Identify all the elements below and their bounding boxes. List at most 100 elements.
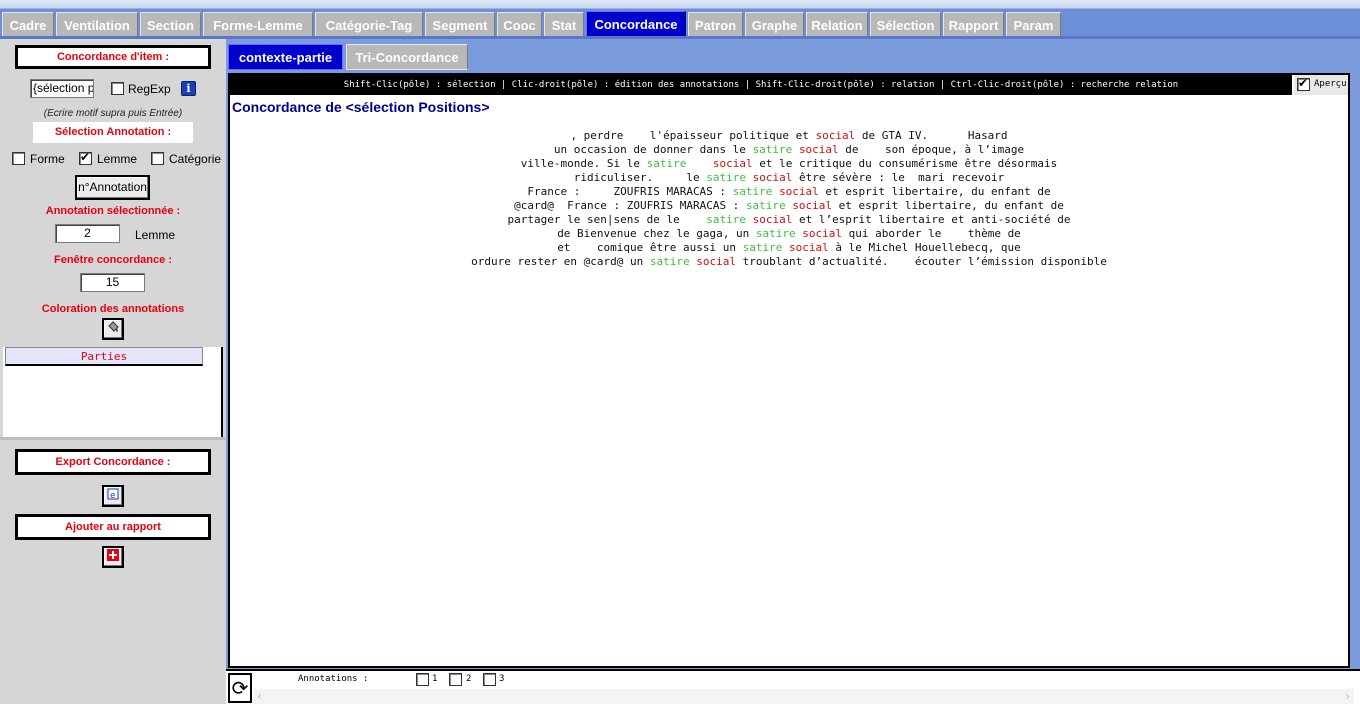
paint-bucket-icon[interactable] — [102, 318, 124, 340]
annotated-word[interactable]: social — [799, 143, 839, 156]
tab-contexte-partie[interactable]: contexte-partie — [228, 44, 343, 70]
tab-cat-gorie-tag[interactable]: Catégorie-Tag — [315, 12, 423, 37]
concordance-view[interactable]: Shift-Clic(pôle) : sélection | Clic-droi… — [228, 73, 1350, 668]
tab-tri-concordance[interactable]: Tri-Concordance — [346, 44, 468, 70]
concordance-area: contexte-partie Tri-Concordance Shift-Cl… — [226, 36, 1360, 704]
annotated-word[interactable]: social — [789, 241, 829, 254]
context-text: ridiculiser. le — [573, 171, 707, 184]
pole-word[interactable]: satire — [756, 227, 796, 240]
concordance-line[interactable]: de Bienvenue chez le gaga, un satire soc… — [230, 227, 1348, 240]
annotation-selected-name: Lemme — [135, 228, 176, 242]
pole-word[interactable]: satire — [733, 185, 773, 198]
pole-word[interactable]: satire — [743, 241, 783, 254]
tab-segment[interactable]: Segment — [425, 12, 495, 37]
context-text: troublant d’actualité. écouter l’émissio… — [736, 255, 1107, 268]
coloring-label: Coloration des annotations — [41, 303, 185, 315]
tab-patron[interactable]: Patron — [688, 12, 743, 37]
context-text: partager le sen|sens de le — [507, 213, 707, 226]
context-text — [746, 213, 753, 226]
scroll-right-icon[interactable]: › — [1345, 689, 1350, 703]
tab-stat[interactable]: Stat — [544, 12, 584, 37]
tab-graphe[interactable]: Graphe — [745, 12, 804, 37]
annotation-selected-value[interactable]: 2 — [55, 224, 120, 243]
main-tab-bar: Cadre Ventilation Section Forme-Lemme Catégo… — [0, 8, 1360, 38]
context-text: et l’esprit libertaire et anti-société d… — [792, 213, 1071, 226]
annotation-selected-label: Annotation sélectionnée : — [45, 205, 181, 217]
annotation-3-label: 3 — [499, 674, 505, 684]
annotated-word[interactable]: social — [779, 185, 819, 198]
concordance-line[interactable]: partager le sen|sens de le satire social… — [230, 213, 1348, 226]
parties-header[interactable]: Parties — [5, 347, 203, 366]
annotations-label: Annotations : — [298, 674, 369, 684]
pole-word[interactable]: satire — [650, 255, 690, 268]
annotated-word[interactable]: social — [753, 171, 793, 184]
concordance-line[interactable]: France : ZOUFRIS MARACAS : satire social… — [230, 185, 1348, 198]
forme-label: Forme — [30, 152, 65, 166]
pole-word[interactable]: satire — [746, 199, 786, 212]
categorie-checkbox[interactable] — [151, 152, 164, 165]
concordance-line[interactable]: @card@ France : ZOUFRIS MARACAS : satire… — [230, 199, 1348, 212]
pole-word[interactable]: satire — [753, 143, 793, 156]
concordance-line[interactable]: , perdre l'épaisseur politique et social… — [230, 129, 1348, 142]
annotated-word[interactable]: social — [753, 213, 793, 226]
annotated-word[interactable]: social — [815, 129, 855, 142]
concordance-line[interactable]: un occasion de donner dans le satire soc… — [230, 143, 1348, 156]
context-text: ville-monde. Si le — [520, 157, 647, 170]
context-text — [792, 143, 799, 156]
horizontal-scrollbar[interactable]: ‹ › — [254, 689, 1354, 704]
concordance-line[interactable]: ordure rester en @card@ un satire social… — [230, 255, 1348, 268]
annotated-word[interactable]: social — [802, 227, 842, 240]
add-report-icon[interactable] — [102, 546, 124, 568]
tab-relation[interactable]: Relation — [806, 12, 868, 37]
context-text: à le Michel Houellebecq, que — [828, 241, 1021, 254]
tab-ventilation[interactable]: Ventilation — [56, 12, 138, 37]
regexp-checkbox[interactable] — [111, 82, 124, 95]
parties-list[interactable]: Parties — [3, 347, 223, 437]
window-value[interactable]: 15 — [80, 273, 145, 292]
context-text: et esprit libertaire, du enfant de — [818, 185, 1051, 198]
refresh-icon[interactable]: ⟳ — [228, 673, 252, 703]
pole-word[interactable]: satire — [647, 157, 687, 170]
divider — [0, 437, 226, 440]
context-text: de Bienvenue chez le gaga, un — [557, 227, 756, 240]
lemme-checkbox[interactable] — [79, 150, 92, 165]
apercu-toggle[interactable]: Aperçu — [1294, 75, 1348, 95]
concordance-line[interactable]: et comique être aussi un satire social à… — [230, 241, 1348, 254]
annotation-2-checkbox[interactable] — [449, 673, 462, 686]
annotation-2-label: 2 — [466, 674, 472, 684]
pole-word[interactable]: satire — [706, 171, 746, 184]
context-text: ordure rester en @card@ un — [471, 255, 650, 268]
context-text: @card@ France : ZOUFRIS MARACAS : — [514, 199, 746, 212]
export-icon[interactable]: e — [102, 485, 124, 507]
concordance-line[interactable]: ridiculiser. le satire social être sévèr… — [230, 171, 1348, 184]
bottom-bar: ⟳ Annotations : 1 2 3 ‹ › — [226, 669, 1360, 704]
selection-annotation-label: Sélection Annotation : — [33, 122, 193, 143]
search-hint: (Ecrire motif supra puis Entrée) — [43, 108, 183, 119]
tab-concordance[interactable]: Concordance — [586, 11, 686, 38]
annotation-1-checkbox[interactable] — [416, 673, 429, 686]
info-icon[interactable]: i — [181, 81, 196, 96]
window-label: Fenêtre concordance : — [54, 254, 172, 266]
forme-checkbox[interactable] — [12, 152, 25, 165]
context-text: et esprit libertaire, du enfant de — [832, 199, 1064, 212]
tab-forme-lemme[interactable]: Forme-Lemme — [203, 12, 313, 37]
tab-param[interactable]: Param — [1006, 12, 1061, 37]
tab-cadre[interactable]: Cadre — [2, 12, 54, 37]
annotation-3-checkbox[interactable] — [483, 673, 496, 686]
tab-rapport[interactable]: Rapport — [943, 12, 1004, 37]
tab-section[interactable]: Section — [140, 12, 201, 37]
annotation-1-label: 1 — [432, 674, 438, 684]
scroll-left-icon[interactable]: ‹ — [257, 689, 262, 703]
annotated-word[interactable]: social — [792, 199, 832, 212]
pole-word[interactable]: satire — [706, 213, 746, 226]
categorie-label: Catégorie — [169, 152, 222, 166]
tab-s-lection[interactable]: Sélection — [870, 12, 941, 37]
annotated-word[interactable]: social — [713, 157, 753, 170]
apercu-checkbox[interactable] — [1297, 76, 1310, 91]
search-input[interactable]: {sélection po — [30, 79, 94, 98]
tab-cooc[interactable]: Cooc — [497, 12, 542, 37]
lemme-label: Lemme — [97, 152, 138, 166]
concordance-line[interactable]: ville-monde. Si le satire social et le c… — [230, 157, 1348, 170]
annotated-word[interactable]: social — [696, 255, 736, 268]
n-annotation-button[interactable]: n°Annotation — [75, 175, 150, 200]
